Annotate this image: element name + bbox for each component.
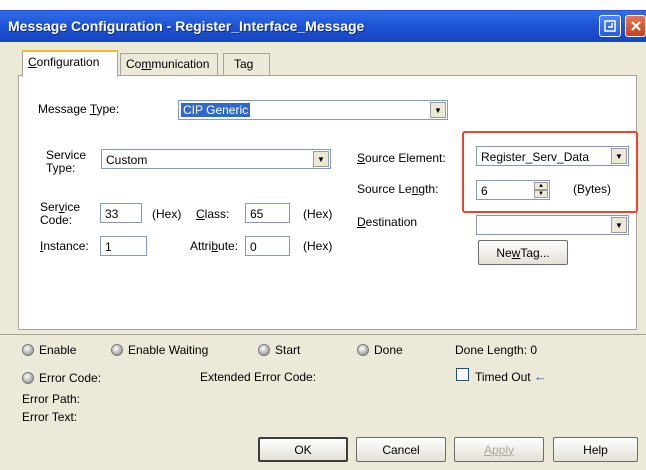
start-label: Start <box>275 343 301 357</box>
cancel-button[interactable]: Cancel <box>356 437 446 462</box>
help-button[interactable]: Help <box>553 437 638 462</box>
title-bar[interactable]: Message Configuration - Register_Interfa… <box>0 11 646 42</box>
message-configuration-window: Message Configuration - Register_Interfa… <box>0 10 646 470</box>
close-icon[interactable] <box>625 15 646 37</box>
service-code-label-rest: ice <box>64 200 81 214</box>
window-title: Message Configuration - Register_Interfa… <box>8 18 365 34</box>
service-code-unit: (Hex) <box>152 207 182 221</box>
instance-label-rest: nstance: <box>43 239 89 253</box>
destination-label-rest: estination <box>365 215 418 229</box>
tab-communication-label-pre: Co <box>126 57 142 71</box>
divider <box>0 334 646 335</box>
done-length-label: Done Length: 0 <box>455 343 538 357</box>
apply-label: Apply <box>483 442 515 457</box>
tab-communication-label: munication <box>151 57 210 71</box>
chevron-down-icon[interactable]: ▼ <box>611 217 627 233</box>
service-type-label-line2: Type: <box>46 161 76 175</box>
source-element-label: Source Element: <box>357 152 446 165</box>
done-label: Done <box>374 343 403 357</box>
destination-accel: D <box>357 215 366 229</box>
timed-out-label: Timed Out ← <box>475 370 547 384</box>
error-code-label: Error Code: <box>39 371 102 385</box>
error-text-label: Error Text: <box>22 410 78 424</box>
instance-label: Instance: <box>40 240 89 253</box>
service-type-select[interactable]: Custom ▼ <box>101 149 331 169</box>
class-accel: C <box>196 207 205 221</box>
tab-configuration-label: onfiguration <box>36 55 100 69</box>
start-indicator-icon <box>258 344 270 356</box>
message-type-select[interactable]: CIP Generic ▼ <box>178 100 448 120</box>
attribute-unit: (Hex) <box>303 239 333 253</box>
source-length-label: Source Length: <box>357 183 438 196</box>
source-length-label-rest: gth: <box>418 182 439 196</box>
service-type-value: Custom <box>106 153 148 167</box>
tab-tag[interactable]: Tag <box>223 53 270 75</box>
service-code-label-pre: Ser <box>40 200 59 214</box>
attribute-label: Attribute: <box>190 240 238 253</box>
attribute-label-pre: Attri <box>190 239 212 253</box>
instance-input[interactable]: 1 <box>100 236 147 256</box>
enable-waiting-indicator-icon <box>111 344 123 356</box>
tab-communication-accel: m <box>141 57 152 71</box>
class-label: Class: <box>196 208 229 221</box>
new-tag-label-pre: Ne <box>496 245 512 260</box>
source-element-label-rest: ource Element: <box>365 151 446 165</box>
chevron-down-icon[interactable]: ▼ <box>430 102 446 118</box>
arrow-left-icon: ← <box>533 369 547 384</box>
class-unit: (Hex) <box>303 207 333 221</box>
extended-error-code-label: Extended Error Code: <box>200 370 317 384</box>
tab-tag-label: Tag <box>234 57 254 71</box>
timed-out-checkbox <box>456 368 469 381</box>
tab-configuration[interactable]: Configuration <box>22 50 118 77</box>
attribute-input[interactable]: 0 <box>245 236 290 256</box>
new-tag-label-rest: Tag... <box>520 245 550 260</box>
service-code-input[interactable]: 33 <box>100 203 142 223</box>
ok-button[interactable]: OK <box>258 437 348 462</box>
chevron-down-icon[interactable]: ▼ <box>313 151 329 167</box>
message-type-label-pre: Message <box>38 102 90 116</box>
class-input[interactable]: 65 <box>245 203 290 223</box>
service-code-label-line2: Code: <box>40 213 73 227</box>
new-tag-accel: w <box>511 245 521 260</box>
source-element-accel: S <box>357 151 366 165</box>
class-label-rest: lass: <box>204 207 230 221</box>
restore-icon[interactable] <box>599 15 621 37</box>
attribute-label-rest: ute: <box>218 239 239 253</box>
error-code-indicator-icon <box>22 372 34 384</box>
source-length-label-pre: Source Le <box>357 182 412 196</box>
timed-out-text: Timed Out <box>475 370 531 384</box>
apply-button[interactable]: Apply <box>454 437 544 462</box>
tab-communication[interactable]: Communication <box>120 53 218 75</box>
tab-configuration-accel: C <box>28 55 37 69</box>
destination-select[interactable]: ▼ <box>476 215 629 235</box>
message-type-value: CIP Generic <box>181 103 251 117</box>
done-indicator-icon <box>357 344 369 356</box>
enable-waiting-label: Enable Waiting <box>128 343 209 357</box>
destination-label: Destination <box>357 216 417 229</box>
error-path-label: Error Path: <box>22 392 81 406</box>
new-tag-button[interactable]: Ne w Tag... <box>478 240 568 265</box>
message-type-label: Message Type: <box>38 103 119 116</box>
highlight-box <box>462 131 638 213</box>
enable-label: Enable <box>39 343 77 357</box>
message-type-label-post: ype: <box>96 102 120 116</box>
enable-indicator-icon <box>22 344 34 356</box>
